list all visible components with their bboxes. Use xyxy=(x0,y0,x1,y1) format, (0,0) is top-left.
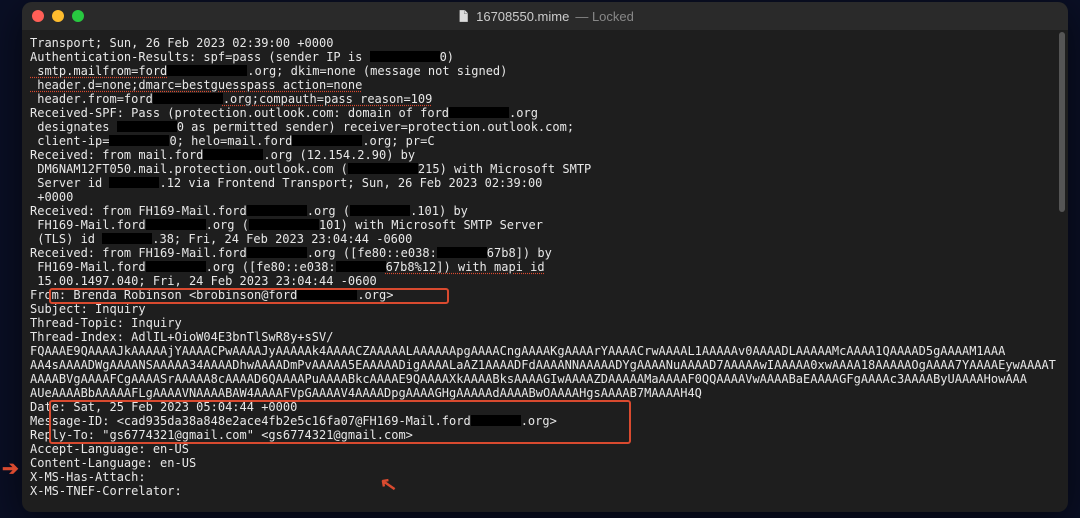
text-line: DM6NAM12FT050.mail.protection.outlook.co… xyxy=(30,162,591,176)
text-line: FQAAAE9QAAAAJkAAAAAjYAAAACPwAAAAJyAAAAAk… xyxy=(30,344,1005,358)
text-line: AA4sAAAADWgAAAANSAAAAA34AAAADhwAAAADmPvA… xyxy=(30,358,1056,372)
minimize-button[interactable] xyxy=(52,10,64,22)
text-line: header.d=none;dmarc=bestguesspass action… xyxy=(30,78,362,92)
text-line: AUeAAAABbAAAAAFLgAAAAVNAAAABAW4AAAAFVpGA… xyxy=(30,386,702,400)
window-title-area: 16708550.mime — Locked xyxy=(456,9,634,24)
text-line: +0000 xyxy=(30,190,73,204)
text-line: Content-Language: en-US xyxy=(30,456,196,470)
fullscreen-button[interactable] xyxy=(72,10,84,22)
document-content[interactable]: Transport; Sun, 26 Feb 2023 02:39:00 +00… xyxy=(22,30,1068,504)
from-header: From: Brenda Robinson <brobinson@ford.or… xyxy=(30,288,393,302)
text-line: X-MS-TNEF-Correlator: xyxy=(30,484,182,498)
text-line: Received-SPF: Pass (protection.outlook.c… xyxy=(30,106,538,120)
text-line: 15.00.1497.040; Fri, 24 Feb 2023 23:04:4… xyxy=(30,274,377,288)
text-line: FH169-Mail.ford.org (101) with Microsoft… xyxy=(30,218,543,232)
text-line: X-MS-Has-Attach: xyxy=(30,470,146,484)
text-line: smtp.mailfrom=ford.org; dkim=none (messa… xyxy=(30,64,507,78)
text-line: designates 0 as permitted sender) receiv… xyxy=(30,120,574,134)
scrollbar[interactable] xyxy=(1059,32,1065,212)
text-line: AAAABVgAAAAFCgAAAASrAAAAA8cAAAAD6QAAAAPu… xyxy=(30,372,1027,386)
annotation-arrow-icon: ➔ xyxy=(2,456,19,481)
messageid-header: Message-ID: <cad935da38a848e2ace4fb2e5c1… xyxy=(30,414,557,428)
text-line: Thread-Topic: Inquiry xyxy=(30,316,182,330)
close-button[interactable] xyxy=(32,10,44,22)
text-line: Thread-Index: AdlIL+OioW04E3bnTlSwR8y+sS… xyxy=(30,330,333,344)
text-line: (TLS) id .38; Fri, 24 Feb 2023 23:04:44 … xyxy=(30,232,412,246)
app-window: 16708550.mime — Locked Transport; Sun, 2… xyxy=(22,2,1068,512)
date-header: Date: Sat, 25 Feb 2023 05:04:44 +0000 xyxy=(30,400,297,414)
text-line: Authentication-Results: spf=pass (sender… xyxy=(30,50,454,64)
text-line: Transport; Sun, 26 Feb 2023 02:39:00 +00… xyxy=(30,36,333,50)
document-icon xyxy=(456,9,470,23)
text-line: Subject: Inquiry xyxy=(30,302,146,316)
text-line: Accept-Language: en-US xyxy=(30,442,189,456)
text-line: FH169-Mail.ford.org ([fe80::e038:67b8%12… xyxy=(30,260,545,274)
locked-label: — Locked xyxy=(575,9,634,24)
window-title: 16708550.mime xyxy=(476,9,569,24)
text-line: header.from=ford.org;compauth=pass reaso… xyxy=(30,92,432,106)
titlebar[interactable]: 16708550.mime — Locked xyxy=(22,2,1068,30)
replyto-header: Reply-To: "gs6774321@gmail.com" <gs67743… xyxy=(30,428,413,442)
text-line: Received: from FH169-Mail.ford.org ([fe8… xyxy=(30,246,552,260)
text-line: client-ip=0; helo=mail.ford.org; pr=C xyxy=(30,134,435,148)
text-line: Server id .12 via Frontend Transport; Su… xyxy=(30,176,542,190)
traffic-lights xyxy=(32,10,84,22)
text-line: Received: from mail.ford.org (12.154.2.9… xyxy=(30,148,415,162)
text-line: Received: from FH169-Mail.ford.org (.101… xyxy=(30,204,468,218)
